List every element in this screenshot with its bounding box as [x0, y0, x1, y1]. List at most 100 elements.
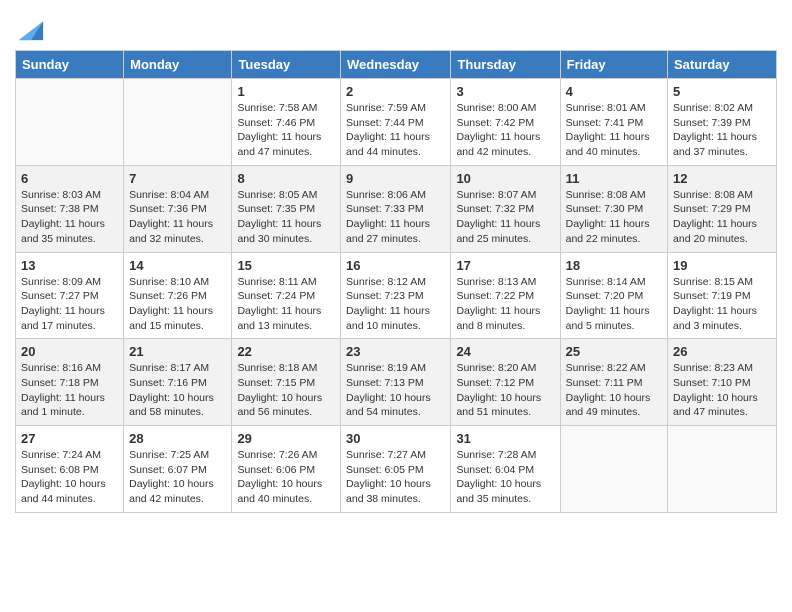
day-info: Sunrise: 8:02 AM Sunset: 7:39 PM Dayligh…	[673, 101, 771, 160]
day-number: 7	[129, 171, 226, 186]
weekday-header-friday: Friday	[560, 51, 667, 79]
calendar-cell: 5 Sunrise: 8:02 AM Sunset: 7:39 PM Daylig…	[668, 79, 777, 166]
day-info: Sunrise: 7:25 AM Sunset: 6:07 PM Dayligh…	[129, 448, 226, 507]
logo-icon	[17, 14, 45, 42]
calendar-cell	[124, 79, 232, 166]
day-info: Sunrise: 8:13 AM Sunset: 7:22 PM Dayligh…	[456, 275, 554, 334]
weekday-header-row: SundayMondayTuesdayWednesdayThursdayFrid…	[16, 51, 777, 79]
day-info: Sunrise: 8:08 AM Sunset: 7:30 PM Dayligh…	[566, 188, 662, 247]
day-info: Sunrise: 8:17 AM Sunset: 7:16 PM Dayligh…	[129, 361, 226, 420]
day-number: 19	[673, 258, 771, 273]
calendar-cell: 1Sunrise: 7:58 AM Sunset: 7:46 PM Daylig…	[232, 79, 341, 166]
day-number: 5	[673, 84, 771, 99]
weekday-header-monday: Monday	[124, 51, 232, 79]
calendar-cell: 11 Sunrise: 8:08 AM Sunset: 7:30 PM Dayli…	[560, 165, 667, 252]
calendar-cell: 2 Sunrise: 7:59 AM Sunset: 7:44 PM Daylig…	[341, 79, 451, 166]
calendar-cell: 19Sunrise: 8:15 AM Sunset: 7:19 PM Dayli…	[668, 252, 777, 339]
day-number: 16	[346, 258, 445, 273]
day-info: Sunrise: 8:22 AM Sunset: 7:11 PM Dayligh…	[566, 361, 662, 420]
calendar-cell: 27 Sunrise: 7:24 AM Sunset: 6:08 PM Dayli…	[16, 426, 124, 513]
day-number: 25	[566, 344, 662, 359]
calendar-cell: 14 Sunrise: 8:10 AM Sunset: 7:26 PM Dayli…	[124, 252, 232, 339]
weekday-header-saturday: Saturday	[668, 51, 777, 79]
day-number: 24	[456, 344, 554, 359]
day-number: 26	[673, 344, 771, 359]
day-info: Sunrise: 8:04 AM Sunset: 7:36 PM Dayligh…	[129, 188, 226, 247]
day-info: Sunrise: 8:20 AM Sunset: 7:12 PM Dayligh…	[456, 361, 554, 420]
weekday-header-tuesday: Tuesday	[232, 51, 341, 79]
calendar-cell: 7 Sunrise: 8:04 AM Sunset: 7:36 PM Daylig…	[124, 165, 232, 252]
day-info: Sunrise: 8:10 AM Sunset: 7:26 PM Dayligh…	[129, 275, 226, 334]
day-info: Sunrise: 8:00 AM Sunset: 7:42 PM Dayligh…	[456, 101, 554, 160]
day-number: 11	[566, 171, 662, 186]
day-number: 17	[456, 258, 554, 273]
day-number: 13	[21, 258, 118, 273]
calendar-cell: 24 Sunrise: 8:20 AM Sunset: 7:12 PM Dayli…	[451, 339, 560, 426]
weekday-header-thursday: Thursday	[451, 51, 560, 79]
calendar-week-row: 20 Sunrise: 8:16 AM Sunset: 7:18 PM Dayli…	[16, 339, 777, 426]
calendar-cell: 13 Sunrise: 8:09 AM Sunset: 7:27 PM Dayli…	[16, 252, 124, 339]
day-number: 12	[673, 171, 771, 186]
day-info: Sunrise: 8:07 AM Sunset: 7:32 PM Dayligh…	[456, 188, 554, 247]
day-number: 18	[566, 258, 662, 273]
day-number: 3	[456, 84, 554, 99]
day-number: 14	[129, 258, 226, 273]
day-number: 31	[456, 431, 554, 446]
calendar-cell: 6Sunrise: 8:03 AM Sunset: 7:38 PM Daylig…	[16, 165, 124, 252]
calendar-week-row: 1Sunrise: 7:58 AM Sunset: 7:46 PM Daylig…	[16, 79, 777, 166]
day-number: 15	[237, 258, 335, 273]
calendar-cell	[16, 79, 124, 166]
day-info: Sunrise: 7:59 AM Sunset: 7:44 PM Dayligh…	[346, 101, 445, 160]
day-number: 20	[21, 344, 118, 359]
calendar-cell: 21 Sunrise: 8:17 AM Sunset: 7:16 PM Dayli…	[124, 339, 232, 426]
calendar-week-row: 6Sunrise: 8:03 AM Sunset: 7:38 PM Daylig…	[16, 165, 777, 252]
calendar-cell: 26 Sunrise: 8:23 AM Sunset: 7:10 PM Dayli…	[668, 339, 777, 426]
day-number: 28	[129, 431, 226, 446]
day-info: Sunrise: 8:14 AM Sunset: 7:20 PM Dayligh…	[566, 275, 662, 334]
day-number: 10	[456, 171, 554, 186]
calendar-cell: 28 Sunrise: 7:25 AM Sunset: 6:07 PM Dayli…	[124, 426, 232, 513]
day-number: 23	[346, 344, 445, 359]
calendar-cell: 15Sunrise: 8:11 AM Sunset: 7:24 PM Dayli…	[232, 252, 341, 339]
calendar-cell	[560, 426, 667, 513]
calendar-cell: 30 Sunrise: 7:27 AM Sunset: 6:05 PM Dayli…	[341, 426, 451, 513]
calendar-cell: 12 Sunrise: 8:08 AM Sunset: 7:29 PM Dayli…	[668, 165, 777, 252]
day-info: Sunrise: 8:09 AM Sunset: 7:27 PM Dayligh…	[21, 275, 118, 334]
weekday-header-wednesday: Wednesday	[341, 51, 451, 79]
calendar-cell: 23 Sunrise: 8:19 AM Sunset: 7:13 PM Dayli…	[341, 339, 451, 426]
page: SundayMondayTuesdayWednesdayThursdayFrid…	[0, 0, 792, 528]
calendar-week-row: 27 Sunrise: 7:24 AM Sunset: 6:08 PM Dayli…	[16, 426, 777, 513]
day-info: Sunrise: 8:16 AM Sunset: 7:18 PM Dayligh…	[21, 361, 118, 420]
calendar-cell: 29 Sunrise: 7:26 AM Sunset: 6:06 PM Dayli…	[232, 426, 341, 513]
day-number: 29	[237, 431, 335, 446]
day-number: 9	[346, 171, 445, 186]
day-info: Sunrise: 8:23 AM Sunset: 7:10 PM Dayligh…	[673, 361, 771, 420]
day-number: 4	[566, 84, 662, 99]
day-info: Sunrise: 8:01 AM Sunset: 7:41 PM Dayligh…	[566, 101, 662, 160]
day-number: 8	[237, 171, 335, 186]
calendar-cell: 31 Sunrise: 7:28 AM Sunset: 6:04 PM Dayli…	[451, 426, 560, 513]
day-info: Sunrise: 8:19 AM Sunset: 7:13 PM Dayligh…	[346, 361, 445, 420]
day-info: Sunrise: 7:58 AM Sunset: 7:46 PM Dayligh…	[237, 101, 335, 160]
header	[15, 10, 777, 42]
day-info: Sunrise: 8:05 AM Sunset: 7:35 PM Dayligh…	[237, 188, 335, 247]
day-number: 22	[237, 344, 335, 359]
day-info: Sunrise: 7:28 AM Sunset: 6:04 PM Dayligh…	[456, 448, 554, 507]
day-info: Sunrise: 8:03 AM Sunset: 7:38 PM Dayligh…	[21, 188, 118, 247]
day-info: Sunrise: 7:26 AM Sunset: 6:06 PM Dayligh…	[237, 448, 335, 507]
day-number: 2	[346, 84, 445, 99]
calendar-cell: 3 Sunrise: 8:00 AM Sunset: 7:42 PM Daylig…	[451, 79, 560, 166]
day-number: 30	[346, 431, 445, 446]
calendar-cell: 4 Sunrise: 8:01 AM Sunset: 7:41 PM Daylig…	[560, 79, 667, 166]
day-number: 27	[21, 431, 118, 446]
day-info: Sunrise: 7:27 AM Sunset: 6:05 PM Dayligh…	[346, 448, 445, 507]
calendar-cell: 8 Sunrise: 8:05 AM Sunset: 7:35 PM Daylig…	[232, 165, 341, 252]
calendar-cell	[668, 426, 777, 513]
day-info: Sunrise: 8:18 AM Sunset: 7:15 PM Dayligh…	[237, 361, 335, 420]
calendar-cell: 16Sunrise: 8:12 AM Sunset: 7:23 PM Dayli…	[341, 252, 451, 339]
day-info: Sunrise: 7:24 AM Sunset: 6:08 PM Dayligh…	[21, 448, 118, 507]
day-number: 21	[129, 344, 226, 359]
weekday-header-sunday: Sunday	[16, 51, 124, 79]
calendar-cell: 17 Sunrise: 8:13 AM Sunset: 7:22 PM Dayli…	[451, 252, 560, 339]
day-info: Sunrise: 8:08 AM Sunset: 7:29 PM Dayligh…	[673, 188, 771, 247]
